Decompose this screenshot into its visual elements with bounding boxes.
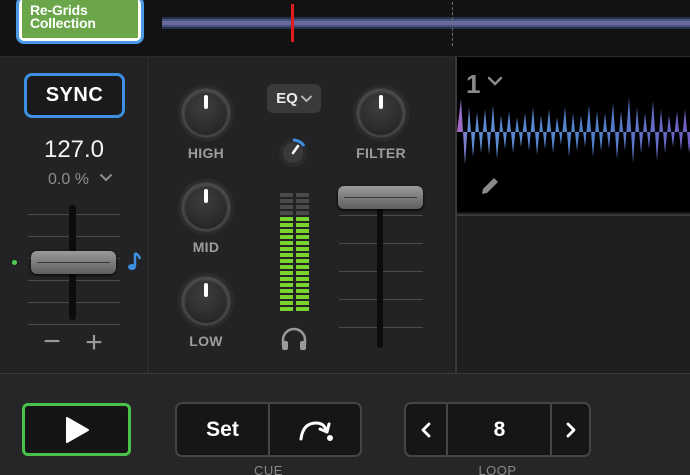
pitch-center-indicator: [12, 260, 17, 265]
mid-eq-knob[interactable]: [178, 179, 234, 235]
chevron-down-icon[interactable]: [100, 173, 112, 183]
play-icon: [65, 416, 89, 443]
album-art[interactable]: Re-Grids Collection: [16, 0, 144, 44]
chevron-left-icon: [421, 422, 431, 437]
cue-controls: Set: [175, 402, 362, 457]
pitch-minus-button[interactable]: −: [40, 327, 64, 357]
curved-arrow-icon: [299, 420, 333, 441]
music-note-icon[interactable]: [126, 251, 142, 273]
filter-knob[interactable]: [353, 85, 409, 141]
bpm-display: 127.0: [43, 136, 105, 163]
cue-jump-button[interactable]: [271, 404, 360, 455]
pitch-percent[interactable]: 0.0 %: [48, 171, 89, 189]
loop-length-value[interactable]: 8: [449, 404, 550, 455]
volume-fader-handle[interactable]: [338, 186, 423, 209]
sync-button[interactable]: SYNC: [24, 73, 125, 118]
chevron-right-icon: [566, 422, 575, 437]
transport-bar: Set CUE 8 LOOP: [0, 373, 690, 475]
deck-number[interactable]: 1: [466, 69, 480, 100]
knob-pointer: [204, 95, 208, 109]
vu-meter-left: [280, 193, 293, 313]
low-label: LOW: [189, 333, 223, 349]
cue-section-label: CUE: [254, 463, 283, 475]
pencil-icon[interactable]: [479, 175, 501, 197]
chevron-down-icon: [300, 95, 312, 102]
knob-pointer: [379, 95, 383, 109]
headphones-icon[interactable]: [280, 327, 308, 351]
play-button[interactable]: [22, 403, 131, 456]
filter-label: FILTER: [356, 145, 406, 161]
loop-increase-button[interactable]: [550, 404, 589, 455]
knob-pointer: [204, 189, 208, 203]
pad-area[interactable]: [457, 214, 690, 373]
mixer-panel: HIGH MID LOW EQ FILTER: [150, 57, 454, 373]
mid-label: MID: [192, 239, 220, 255]
knob-pointer: [204, 283, 208, 297]
deck-panel: 1: [455, 57, 690, 373]
low-eq-knob[interactable]: [178, 273, 234, 329]
chevron-down-icon[interactable]: [488, 76, 502, 86]
gain-knob[interactable]: [277, 137, 309, 169]
loop-decrease-button[interactable]: [406, 404, 448, 455]
tempo-panel: SYNC 127.0 0.0 % − +: [0, 57, 149, 373]
pitch-plus-button[interactable]: +: [82, 328, 106, 358]
track-waveform: [457, 97, 690, 165]
pitch-fader-handle[interactable]: [31, 251, 116, 274]
album-art-line-2: Collection: [30, 15, 96, 31]
eq-button-label: EQ: [276, 90, 298, 107]
playhead-marker: [291, 4, 294, 42]
loop-section-label: LOOP: [478, 463, 517, 475]
high-eq-knob[interactable]: [178, 85, 234, 141]
overview-marker: [452, 2, 453, 46]
eq-mode-button[interactable]: EQ: [267, 84, 321, 113]
loop-controls: 8: [404, 402, 591, 457]
overview-waveform[interactable]: [162, 8, 690, 38]
track-overview-bar: Re-Grids Collection: [0, 0, 690, 57]
vu-meter-right: [296, 193, 309, 313]
cue-set-button[interactable]: Set: [177, 404, 270, 455]
waveform-view[interactable]: 1: [457, 57, 690, 212]
volume-fader-track[interactable]: [377, 192, 383, 348]
high-label: HIGH: [187, 145, 225, 161]
